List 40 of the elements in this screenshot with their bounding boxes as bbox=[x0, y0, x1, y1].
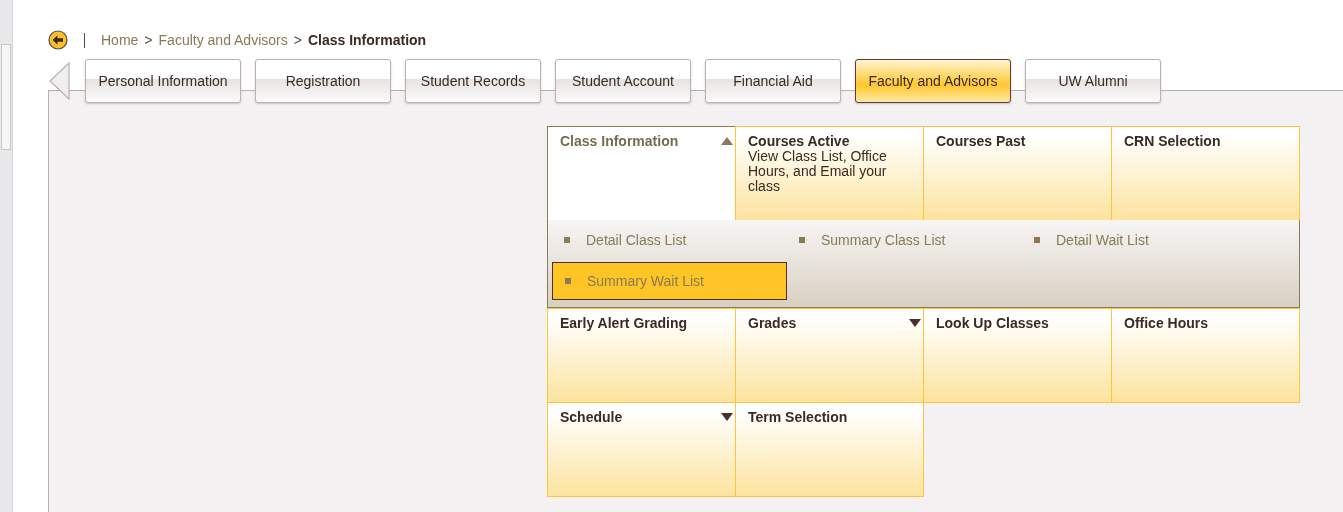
tile-title: Early Alert Grading bbox=[560, 315, 688, 331]
tile-title: Office Hours bbox=[1124, 315, 1208, 331]
tile-title: CRN Selection bbox=[1124, 133, 1221, 149]
breadcrumb-link[interactable]: Home bbox=[101, 32, 139, 48]
tile-title: Courses Active bbox=[748, 133, 850, 149]
menu-tile[interactable]: Early Alert Grading bbox=[547, 308, 736, 403]
caret-icon bbox=[721, 413, 733, 421]
menu-tile[interactable]: Courses Active View Class List, Office Hours, and Email your class bbox=[735, 126, 924, 221]
menu-tile[interactable]: CRN Selection bbox=[1111, 126, 1300, 221]
nav-tab[interactable]: Personal Information bbox=[85, 59, 241, 103]
nav-tab[interactable]: Financial Aid bbox=[705, 59, 841, 103]
menu-tile[interactable]: Term Selection bbox=[735, 402, 924, 497]
tile-title: Class Information bbox=[560, 133, 679, 149]
breadcrumb-current: Class Information bbox=[307, 32, 427, 48]
menu-tile[interactable]: Office Hours bbox=[1111, 308, 1300, 403]
menu-tile[interactable]: Class Information bbox=[547, 126, 736, 221]
tile-description: View Class List, Office Hours, and Email your class bbox=[748, 149, 888, 194]
tile-title: Grades bbox=[748, 315, 797, 331]
nav-tab[interactable]: Faculty and Advisors bbox=[855, 59, 1011, 103]
nav-tab[interactable]: Registration bbox=[255, 59, 391, 103]
scroll-left-icon[interactable] bbox=[49, 62, 71, 100]
tile-title: Look Up Classes bbox=[936, 315, 1049, 331]
menu-tile[interactable]: Look Up Classes bbox=[923, 308, 1112, 403]
menu-tile[interactable]: Courses Past bbox=[923, 126, 1112, 221]
nav-tab[interactable]: Student Records bbox=[405, 59, 541, 103]
tile-title: Schedule bbox=[560, 409, 623, 425]
caret-icon bbox=[909, 319, 921, 327]
breadcrumb-separator: > bbox=[144, 32, 153, 48]
submenu-item[interactable]: Detail Class List bbox=[552, 230, 787, 250]
submenu-item[interactable]: Summary Class List bbox=[787, 230, 1022, 250]
caret-icon bbox=[721, 137, 733, 145]
menu-tile[interactable]: Grades bbox=[735, 308, 924, 403]
tile-title: Term Selection bbox=[748, 409, 848, 425]
submenu-item[interactable]: Detail Wait List bbox=[1022, 230, 1257, 250]
nav-tab[interactable]: Student Account bbox=[555, 59, 691, 103]
breadcrumb-link[interactable]: Faculty and Advisors bbox=[158, 32, 288, 48]
tile-title: Courses Past bbox=[936, 133, 1026, 149]
nav-tab[interactable]: UW Alumni bbox=[1025, 59, 1161, 103]
breadcrumb-separator: > bbox=[293, 32, 302, 48]
menu-tile[interactable]: Schedule bbox=[547, 402, 736, 497]
